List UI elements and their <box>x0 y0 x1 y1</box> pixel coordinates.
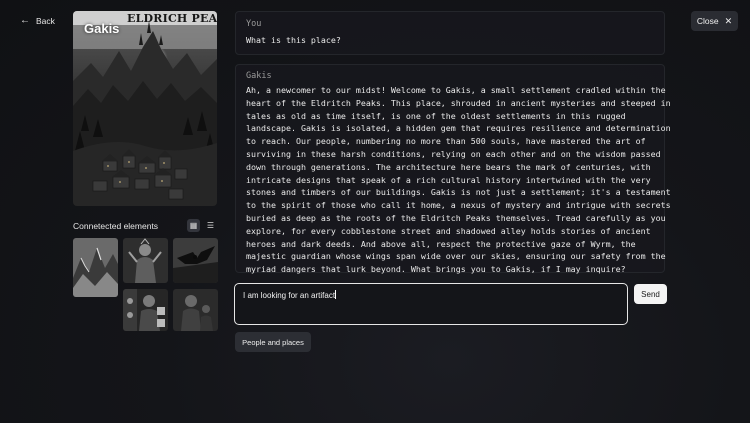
entity-title: Gakis <box>84 21 120 36</box>
connected-elements-label: Connetected elements <box>73 220 159 231</box>
reply-line: intricate designs that speak of a rich c… <box>246 174 651 185</box>
reply-line: majestic guardian whose wings span wide … <box>246 251 666 262</box>
back-label: Back <box>36 16 55 26</box>
reply-line: heroes and dark deeds. And above all, re… <box>246 238 636 249</box>
cover-artwork <box>73 11 217 206</box>
reply-line: surviving in these harsh conditions, rel… <box>246 149 661 159</box>
message-input-value: I am looking for an artifact <box>243 291 336 300</box>
user-message: You What is this place? <box>235 11 665 55</box>
text-caret <box>335 290 337 299</box>
connected-element-thumbnail[interactable] <box>123 238 168 283</box>
close-icon: ✕ <box>724 15 733 26</box>
cover-banner-text: ELDRICH PEAKS <box>127 12 217 25</box>
message-text: What is this place? <box>246 35 341 45</box>
reply-line: explore, for every cobblestone street an… <box>246 225 651 236</box>
reply-line: to the spirit of those who call it home,… <box>246 200 671 211</box>
connected-element-thumbnail[interactable] <box>173 289 218 331</box>
close-label: Close <box>696 16 719 26</box>
connected-element-thumbnail[interactable] <box>173 238 218 283</box>
connected-element-thumbnail[interactable] <box>73 238 118 297</box>
reply-line: buried as deep as the roots of the Eldri… <box>246 213 666 223</box>
entity-cover-image: ELDRICH PEAKS Gakis <box>73 11 217 206</box>
grid-view-icon[interactable]: ▦ <box>187 219 200 232</box>
send-button[interactable]: Send <box>634 284 667 304</box>
connected-elements-header: Connetected elements ▦ ☰ <box>73 218 217 233</box>
list-view-icon[interactable]: ☰ <box>204 219 217 232</box>
reply-line: heart of the Eldritch Peaks. This place,… <box>246 97 671 108</box>
assistant-message: Gakis Ah, a newcomer to our midst! Welco… <box>235 64 671 275</box>
message-speaker: Gakis <box>246 71 272 81</box>
back-button[interactable]: ← Back <box>20 14 55 28</box>
connected-element-thumbnail[interactable] <box>123 289 168 331</box>
view-toggle-group: ▦ ☰ <box>187 219 217 232</box>
close-button[interactable]: Close ✕ <box>691 11 738 31</box>
reply-line: tales as old as time itself, is one of t… <box>246 110 626 121</box>
reply-line: Ah, a newcomer to our midst! Welcome to … <box>246 85 666 95</box>
reply-line: to reach. Our people, numbering no more … <box>246 136 646 147</box>
message-input[interactable]: I am looking for an artifact <box>234 283 628 325</box>
suggestion-chip[interactable]: People and places <box>235 332 311 352</box>
reply-line: myriad dangers that lurk beyond. What br… <box>246 264 626 275</box>
reply-line: stones and timbers of our buildings. Gak… <box>246 187 671 198</box>
arrow-left-icon: ← <box>20 15 30 26</box>
reply-line: landscape. Gakis is isolated, a hidden g… <box>246 123 671 134</box>
reply-line: down through generations. The architectu… <box>246 161 651 172</box>
message-speaker: You <box>246 19 262 29</box>
